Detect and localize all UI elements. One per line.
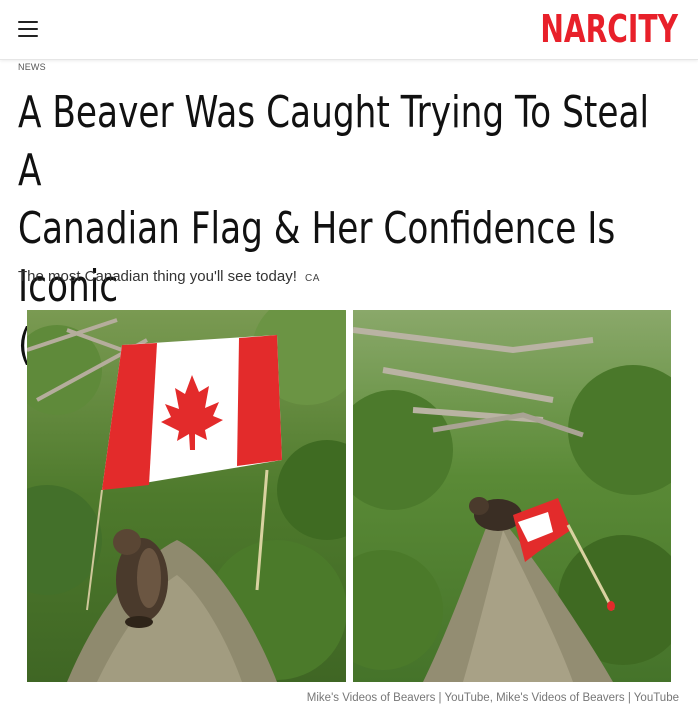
region-tag[interactable]: CA xyxy=(305,273,320,284)
hamburger-menu-icon[interactable] xyxy=(18,21,40,39)
headline-line: A Beaver Was Caught Trying To Steal A xyxy=(18,87,650,196)
subheadline-text: The most Canadian thing you'll see today… xyxy=(18,268,297,285)
article-subheadline: The most Canadian thing you'll see today… xyxy=(18,268,320,285)
article-photo-beaver-flag-right xyxy=(353,310,671,682)
photo-credit: Mike's Videos of Beavers | YouTube, Mike… xyxy=(306,692,679,704)
section-link-news[interactable]: NEWS xyxy=(18,62,46,72)
headline-line: Canadian Flag & Her Confidence Is Iconic xyxy=(18,203,616,312)
narcity-logo[interactable]: NARCITY xyxy=(540,6,678,52)
article-photo-beaver-flag-left xyxy=(27,310,346,682)
top-navigation-bar: NARCITY xyxy=(0,0,698,60)
